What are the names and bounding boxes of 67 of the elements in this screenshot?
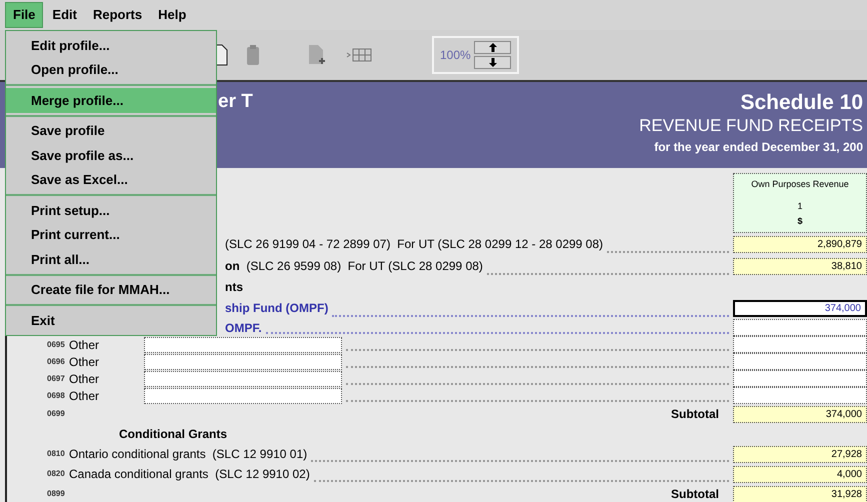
column-title: Own Purposes Revenue [751,178,849,191]
total-field: 2,890,879 [733,236,867,252]
line-label: Other [69,336,100,354]
line-number: 0899 [47,488,66,500]
menu-item[interactable]: Reports [86,2,150,28]
line-label: (SLC 26 9199 04 - 72 2899 07) For UT (SLC 28 0299 12 - 28 0299 08) [225,236,604,253]
increase-button[interactable] [474,41,511,54]
total-field: 38,810 [733,258,867,274]
line-label: Other [69,354,100,370]
line-label: Other [69,370,100,388]
subtotal-label: Subtotal [671,406,719,423]
menu-item[interactable]: Edit [45,2,84,28]
line-number: 0810 [47,448,66,460]
section-heading: nts [225,279,243,296]
amount-field[interactable] [733,336,867,353]
menu-option[interactable]: Open profile... [6,58,216,82]
menu-option[interactable]: Save profile [6,118,216,143]
description-field[interactable] [144,388,342,404]
line-label: Other [69,388,100,404]
line-label: Ontario conditional grants (SLC 12 9910 01) [69,446,308,463]
menu-option[interactable]: Save as Excel... [6,168,216,192]
table-icon[interactable] [346,48,372,62]
amount-field[interactable] [733,370,867,387]
menu-option[interactable]: Edit profile... [6,33,216,58]
line-number: 0695 [47,338,66,350]
subtotal-label: Subtotal [671,486,719,502]
column-unit: $ [797,215,802,228]
new-page-icon[interactable] [308,44,328,66]
description-field[interactable] [144,370,342,386]
line-number: 0698 [47,390,66,402]
schedule-period: for the year ended December 31, 200 [654,139,863,156]
amount-field[interactable] [733,387,867,404]
menu-option[interactable]: Merge profile... [6,88,216,112]
menu-item[interactable]: Help [151,2,194,28]
menu-option[interactable]: Save profile as... [6,143,216,168]
line-label[interactable]: ship Fund (OMPF) [225,299,328,317]
line-label[interactable]: OMPF. [225,318,262,336]
up-arrow-icon [488,43,496,52]
line-number: 0696 [47,356,66,368]
menu-option[interactable]: Exit [6,308,216,332]
schedule-title: er T [218,90,253,114]
menu-option[interactable]: Print current... [6,222,216,247]
line-label: on (SLC 26 9599 08) For UT (SLC 28 0299 08) [225,258,483,275]
menu-option[interactable]: Create file for MMAH... [6,278,216,302]
line-number: 0697 [47,372,66,384]
amount-field[interactable] [733,353,867,370]
clipboard-icon[interactable] [246,44,260,66]
line-label: Canada conditional grants (SLC 12 9910 02) [69,466,310,483]
total-field: 27,928 [733,446,867,462]
section-heading: Conditional Grants [119,426,227,443]
menu-option[interactable]: Print setup... [6,198,216,222]
down-arrow-icon [488,58,496,67]
amount-field[interactable]: 374,000 [733,300,867,316]
schedule-subtitle: REVENUE FUND RECEIPTS [639,115,863,137]
description-field[interactable] [144,354,342,370]
description-field[interactable] [144,336,342,352]
decrease-button[interactable] [474,56,511,69]
schedule-number: Schedule 10 [740,91,863,115]
menu-item[interactable]: File [5,2,44,28]
total-field: 4,000 [733,466,867,482]
menu-option[interactable]: Print all... [6,247,216,272]
total-field: 31,928 [733,486,867,502]
amount-field[interactable] [733,319,867,336]
column-number: 1 [797,200,802,212]
line-number: 0699 [47,408,66,420]
total-field: 374,000 [733,406,867,422]
line-number: 0820 [47,468,66,480]
